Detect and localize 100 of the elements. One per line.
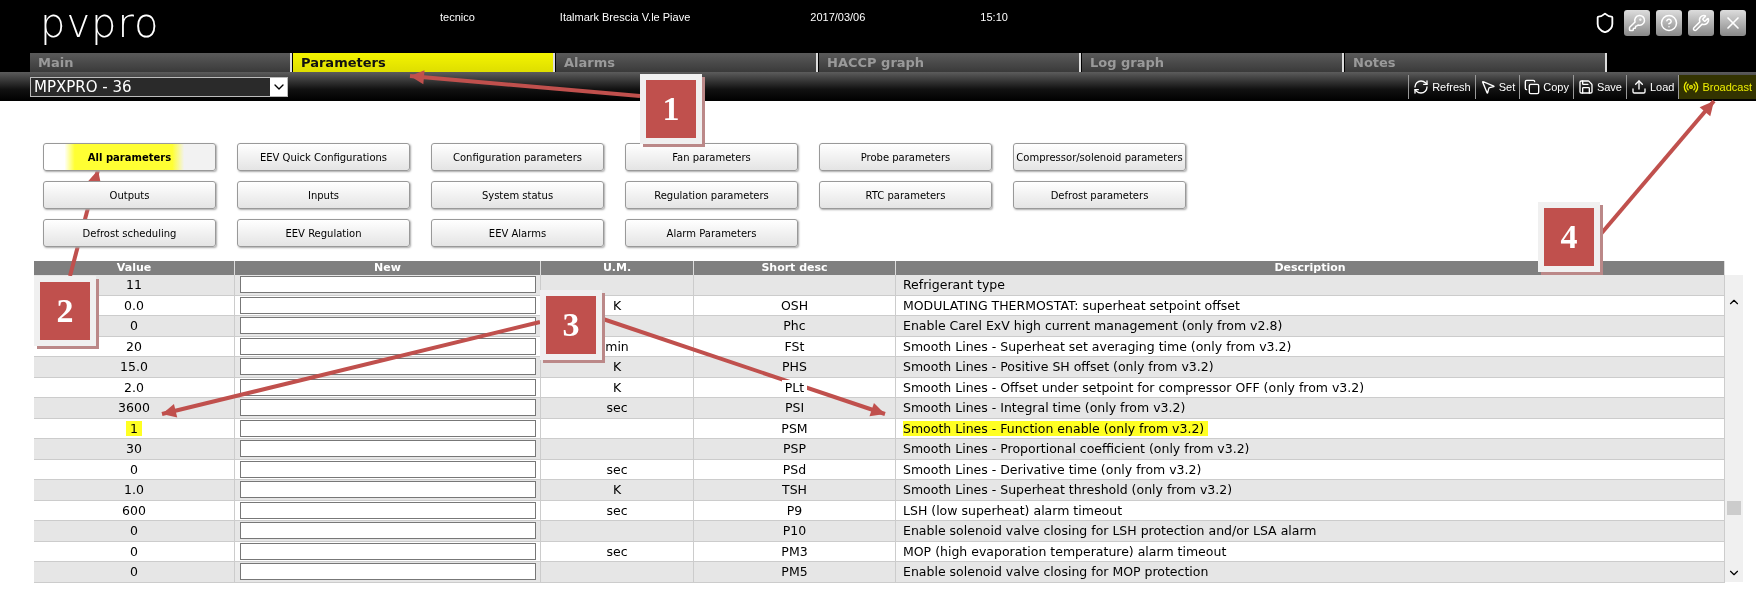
toolbar-button[interactable]: Refresh: [1408, 74, 1475, 99]
new-value-field[interactable]: [239, 337, 536, 355]
time: 15:10: [980, 11, 1008, 23]
value-cell-text: 1.0: [123, 482, 145, 498]
new-value-field[interactable]: [239, 276, 536, 294]
user-name: tecnico: [440, 11, 475, 23]
category-button[interactable]: System status: [431, 181, 604, 209]
new-value-field[interactable]: [239, 419, 536, 437]
category-button[interactable]: Alarm Parameters: [625, 219, 798, 247]
description-cell-text: Smooth Lines - Offset under setpoint for compressor OFF (only from v3.2): [903, 379, 1366, 395]
new-value-field[interactable]: [239, 296, 536, 314]
new-value-field[interactable]: [239, 563, 536, 581]
category-button[interactable]: Compressor/solenoid parameters: [1013, 143, 1186, 171]
description-cell-text: Smooth Lines - Superheat threshold (only from v3.2): [903, 482, 1234, 498]
description-cell-text: LSH (low superheat) alarm timeout: [903, 502, 1124, 518]
scroll-thumb[interactable]: [1727, 501, 1741, 515]
category-button[interactable]: Defrost scheduling: [43, 219, 216, 247]
category-button[interactable]: Probe parameters: [819, 143, 992, 171]
value-cell-text: 20: [125, 338, 143, 354]
key-icon[interactable]: [1624, 10, 1650, 36]
description-cell-text: Smooth Lines - Superheat set averaging time (only from v3.2): [903, 338, 1293, 354]
save-icon: [1577, 78, 1594, 95]
description-cell-text: Smooth Lines - Integral time (only from v3.2): [903, 400, 1187, 416]
value-cell-text: 11: [125, 277, 143, 293]
description-cell-text: Smooth Lines - Derivative time (only from v3.2): [903, 461, 1203, 477]
description-cell-text: MOP (high evaporation temperature) alarm timeout: [903, 543, 1228, 559]
category-button[interactable]: All parameters: [43, 143, 216, 171]
category-button[interactable]: RTC parameters: [819, 181, 992, 209]
site-name: Italmark Brescia V.le Piave: [559, 11, 691, 23]
toolbar-button[interactable]: Broadcast: [1678, 74, 1756, 99]
description-cell-text: Enable Carel ExV high current management (only from v2.8): [903, 318, 1284, 334]
callout-badge: 1: [640, 74, 702, 144]
value-cell: 1: [126, 420, 142, 436]
category-button[interactable]: Inputs: [237, 181, 410, 209]
new-value-field[interactable]: [239, 440, 536, 458]
copy-icon: [1524, 78, 1541, 95]
new-value-field[interactable]: [239, 501, 536, 519]
pointer-icon: [1479, 78, 1496, 95]
new-value-field[interactable]: [239, 542, 536, 560]
callout-badge: 2: [34, 276, 96, 346]
description-cell-text: MODULATING THERMOSTAT: superheat setpoint offset: [903, 297, 1241, 313]
device-select[interactable]: MPXPRO - 36: [30, 76, 288, 97]
value-cell-text: 0: [129, 461, 139, 477]
category-button[interactable]: Defrost parameters: [1013, 181, 1186, 209]
category-button[interactable]: Regulation parameters: [625, 181, 798, 209]
unit-cell: K: [612, 379, 622, 395]
date: 2017/03/06: [810, 11, 866, 23]
unit-cell: sec: [606, 543, 628, 559]
value-cell-text: 0: [129, 564, 139, 580]
unit-cell: sec: [606, 502, 628, 518]
category-button[interactable]: Outputs: [43, 181, 216, 209]
value-cell-text: 2.0: [123, 379, 145, 395]
new-value-field[interactable]: [239, 317, 536, 335]
column-header: New: [235, 261, 541, 275]
value-cell-text: 0.0: [123, 297, 145, 313]
close-icon[interactable]: [1720, 10, 1746, 36]
new-value-field[interactable]: [239, 358, 536, 376]
description-cell-text: Smooth Lines - Proportional coefficient (only from v3.2): [903, 441, 1251, 457]
callout-badge: 3: [540, 290, 602, 360]
description-cell-text: Smooth Lines - Positive SH offset (only from v3.2): [903, 359, 1215, 375]
column-header: U.M.: [541, 261, 694, 275]
logo: pvpro: [40, 0, 161, 46]
tools-icon[interactable]: [1688, 10, 1714, 36]
category-button[interactable]: EEV Regulation: [237, 219, 410, 247]
value-cell-text: 3600: [117, 400, 151, 416]
category-button[interactable]: EEV Alarms: [431, 219, 604, 247]
category-button[interactable]: EEV Quick Configurations: [237, 143, 410, 171]
value-cell-text: 15.0: [119, 359, 149, 375]
column-header: Description: [896, 261, 1725, 275]
toolbar-button[interactable]: Save: [1572, 74, 1626, 99]
description-cell-text: Enable solenoid valve closing for MOP protection: [903, 564, 1210, 580]
unit-cell: K: [612, 359, 622, 375]
toolbar-button[interactable]: Set: [1474, 74, 1520, 99]
column-header: Value: [34, 261, 235, 275]
help-icon[interactable]: [1656, 10, 1682, 36]
unit-cell: min: [605, 338, 629, 354]
category-button[interactable]: Configuration parameters: [431, 143, 604, 171]
load-icon: [1631, 78, 1647, 95]
new-value-field[interactable]: [239, 378, 536, 396]
value-cell-text: 600: [121, 502, 147, 518]
scrollbar[interactable]: [1725, 275, 1743, 582]
new-value-field[interactable]: [239, 522, 536, 540]
caret-icon: [270, 77, 287, 96]
value-cell-text: 0: [129, 543, 139, 559]
tab[interactable]: Parameters: [293, 53, 555, 72]
new-value-field[interactable]: [239, 399, 536, 417]
new-value-field[interactable]: [239, 460, 536, 478]
description-cell-text: Enable solenoid valve closing for LSH protection and/or LSA alarm: [903, 523, 1318, 539]
unit-cell: K: [612, 297, 622, 313]
value-cell-text: 0: [129, 318, 139, 334]
value-cell-text: 0: [129, 523, 139, 539]
new-value-field[interactable]: [239, 481, 536, 499]
description-cell-text: Refrigerant type: [903, 277, 1006, 293]
description-cell: Smooth Lines - Function enable (only from v3.2): [903, 420, 1209, 436]
value-cell-text: 30: [125, 441, 143, 457]
column-header: Short desc: [694, 261, 896, 275]
toolbar-button[interactable]: Copy: [1519, 74, 1573, 99]
category-button[interactable]: Fan parameters: [625, 143, 798, 171]
short-desc-cell: PLt: [781, 379, 808, 395]
refresh-icon: [1413, 78, 1430, 95]
